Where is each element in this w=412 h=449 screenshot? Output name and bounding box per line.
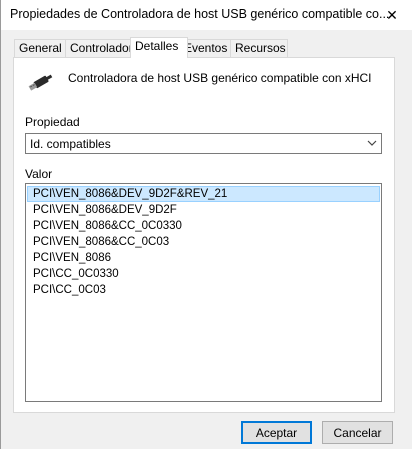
list-item[interactable]: PCI\VEN_8086&DEV_9D2F: [27, 202, 380, 218]
value-listbox[interactable]: PCI\VEN_8086&DEV_9D2F&REV_21 PCI\VEN_808…: [25, 183, 382, 402]
property-selected-value: Id. compatibles: [30, 137, 111, 151]
title-bar[interactable]: Propiedades de Controladora de host USB …: [1, 0, 412, 30]
tab-detalles[interactable]: Detalles: [130, 37, 188, 58]
device-name: Controladora de host USB genérico compat…: [68, 71, 372, 85]
usb-connector-icon: [25, 70, 55, 94]
cancel-button[interactable]: Cancelar: [322, 421, 393, 444]
property-label: Propiedad: [25, 115, 80, 129]
list-item[interactable]: PCI\VEN_8086&CC_0C03: [27, 234, 380, 250]
tab-general[interactable]: General: [14, 39, 66, 57]
accept-button[interactable]: Aceptar: [241, 421, 312, 444]
properties-dialog: Propiedades de Controladora de host USB …: [0, 0, 412, 449]
tab-recursos[interactable]: Recursos: [230, 39, 288, 57]
value-label: Valor: [25, 167, 53, 181]
list-item[interactable]: PCI\CC_0C03: [27, 282, 380, 298]
list-item[interactable]: PCI\CC_0C0330: [27, 266, 380, 282]
list-item[interactable]: PCI\VEN_8086&DEV_9D2F&REV_21: [27, 186, 380, 202]
property-select[interactable]: Id. compatibles: [25, 133, 382, 154]
list-item[interactable]: PCI\VEN_8086: [27, 250, 380, 266]
window-title: Propiedades de Controladora de host USB …: [10, 7, 390, 21]
chevron-down-icon: [366, 137, 378, 149]
tab-controlador[interactable]: Controlador: [65, 39, 133, 57]
close-icon: ✕: [386, 6, 398, 23]
close-button[interactable]: ✕: [372, 0, 412, 30]
list-item[interactable]: PCI\VEN_8086&CC_0C0330: [27, 218, 380, 234]
